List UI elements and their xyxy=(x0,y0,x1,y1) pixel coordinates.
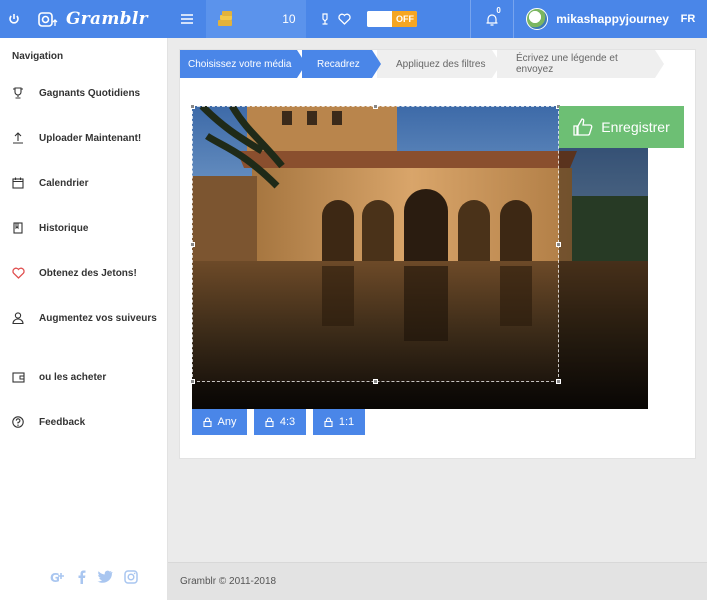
ratio-label: 4:3 xyxy=(279,416,296,428)
crop-selection[interactable] xyxy=(190,104,561,384)
user-profile[interactable]: mikashappyjourney xyxy=(514,0,669,38)
footer: Gramblr © 2011-2018 xyxy=(168,562,707,600)
ratio-any-button[interactable]: Any xyxy=(192,409,247,435)
sidebar-item-history[interactable]: Historique xyxy=(12,222,162,235)
ratio-label: 1:1 xyxy=(338,416,355,428)
username: mikashappyjourney xyxy=(556,12,669,26)
sidebar-item-label: Uploader Maintenant! xyxy=(39,133,142,144)
social-links: G xyxy=(50,570,138,584)
crop-shade-right xyxy=(559,106,648,409)
heart-icon xyxy=(338,13,351,25)
instagram-icon[interactable] xyxy=(124,570,138,584)
trophy-icon xyxy=(13,87,23,99)
coins-icon xyxy=(217,11,232,26)
likes-section[interactable] xyxy=(306,0,366,38)
crop-handle[interactable] xyxy=(556,242,561,247)
sidebar-item-daily-winners[interactable]: Gagnants Quotidiens xyxy=(12,87,162,100)
ratio-4-3-button[interactable]: 4:3 xyxy=(254,409,306,435)
top-bar: Gramblr 10 OFF 0 mikashappyjourney FR xyxy=(0,0,707,38)
instagram-upload-icon xyxy=(38,11,58,27)
step-crop[interactable]: Recadrez xyxy=(302,50,381,78)
sidebar-item-label: Historique xyxy=(39,223,89,234)
hamburger-icon xyxy=(180,14,193,24)
notification-count: 0 xyxy=(496,6,501,15)
sidebar-item-feedback[interactable]: Feedback xyxy=(12,416,162,429)
editor-card: Choisissez votre média Recadrez Applique… xyxy=(179,49,696,459)
step-choose-media[interactable]: Choisissez votre média xyxy=(180,50,306,78)
logo-text: Gramblr xyxy=(65,9,148,29)
auto-toggle[interactable]: OFF xyxy=(365,0,470,38)
app-logo[interactable]: Gramblr xyxy=(28,0,168,38)
notifications-button[interactable]: 0 xyxy=(471,0,513,38)
crop-shade-bottom xyxy=(192,382,559,409)
step-filters[interactable]: Appliquez des filtres xyxy=(377,50,501,78)
crop-handle[interactable] xyxy=(373,379,378,384)
step-caption-send[interactable]: Écrivez une légende et envoyez xyxy=(497,50,664,78)
wallet-icon xyxy=(12,372,25,383)
calendar-icon xyxy=(12,177,24,189)
sidebar-item-grow-followers[interactable]: Augmentez vos suiveurs xyxy=(12,312,162,325)
thumbs-up-icon xyxy=(573,118,593,136)
crop-handle[interactable] xyxy=(190,379,195,384)
language-selector[interactable]: FR xyxy=(669,0,707,38)
menu-button[interactable] xyxy=(168,0,206,38)
power-button[interactable] xyxy=(0,0,28,38)
avatar xyxy=(526,8,549,30)
lock-icon xyxy=(202,417,212,427)
sidebar-item-get-tokens[interactable]: Obtenez des Jetons! xyxy=(12,267,162,280)
crop-handle[interactable] xyxy=(190,242,195,247)
lock-icon xyxy=(324,417,333,427)
book-icon xyxy=(13,222,23,234)
question-icon xyxy=(12,416,24,428)
sidebar-item-label: Augmentez vos suiveurs xyxy=(39,313,157,324)
power-icon xyxy=(9,14,19,24)
lock-icon xyxy=(265,417,274,427)
upload-icon xyxy=(13,132,23,144)
sidebar-item-label: Obtenez des Jetons! xyxy=(39,268,137,279)
sidebar-item-label: Feedback xyxy=(39,417,86,428)
google-plus-icon[interactable]: G xyxy=(50,570,66,584)
save-button[interactable]: Enregistrer xyxy=(559,106,684,148)
heart-icon xyxy=(12,267,25,279)
sidebar-item-buy[interactable]: ou les acheter xyxy=(12,371,162,384)
coin-count: 10 xyxy=(282,12,296,26)
twitter-icon[interactable] xyxy=(97,570,113,583)
crop-handle[interactable] xyxy=(556,379,561,384)
ratio-1-1-button[interactable]: 1:1 xyxy=(313,409,365,435)
sidebar-item-calendar[interactable]: Calendrier xyxy=(12,177,162,190)
sidebar: Navigation Gagnants Quotidiens Uploader … xyxy=(0,38,168,600)
crop-handle[interactable] xyxy=(190,104,195,109)
aspect-ratio-buttons: Any 4:3 1:1 xyxy=(192,409,365,435)
step-breadcrumb: Choisissez votre média Recadrez Applique… xyxy=(180,50,664,78)
footer-copyright: Gramblr © 2011-2018 xyxy=(180,576,277,587)
sidebar-item-label: Gagnants Quotidiens xyxy=(39,88,141,99)
toggle-switch[interactable]: OFF xyxy=(367,11,418,27)
crop-handle[interactable] xyxy=(373,104,378,109)
toggle-knob xyxy=(367,11,393,27)
svg-text:G: G xyxy=(50,571,60,584)
save-label: Enregistrer xyxy=(601,119,670,135)
sidebar-item-label: ou les acheter xyxy=(39,372,107,383)
facebook-icon[interactable] xyxy=(77,570,86,584)
sidebar-item-upload[interactable]: Uploader Maintenant! xyxy=(12,132,162,145)
coin-balance[interactable]: 10 xyxy=(205,0,306,38)
trophy-icon xyxy=(322,13,328,25)
user-icon xyxy=(12,312,24,324)
nav-title: Navigation xyxy=(12,51,64,62)
ratio-label: Any xyxy=(217,416,237,428)
toggle-off-label: OFF xyxy=(392,11,418,27)
sidebar-item-label: Calendrier xyxy=(39,178,89,189)
